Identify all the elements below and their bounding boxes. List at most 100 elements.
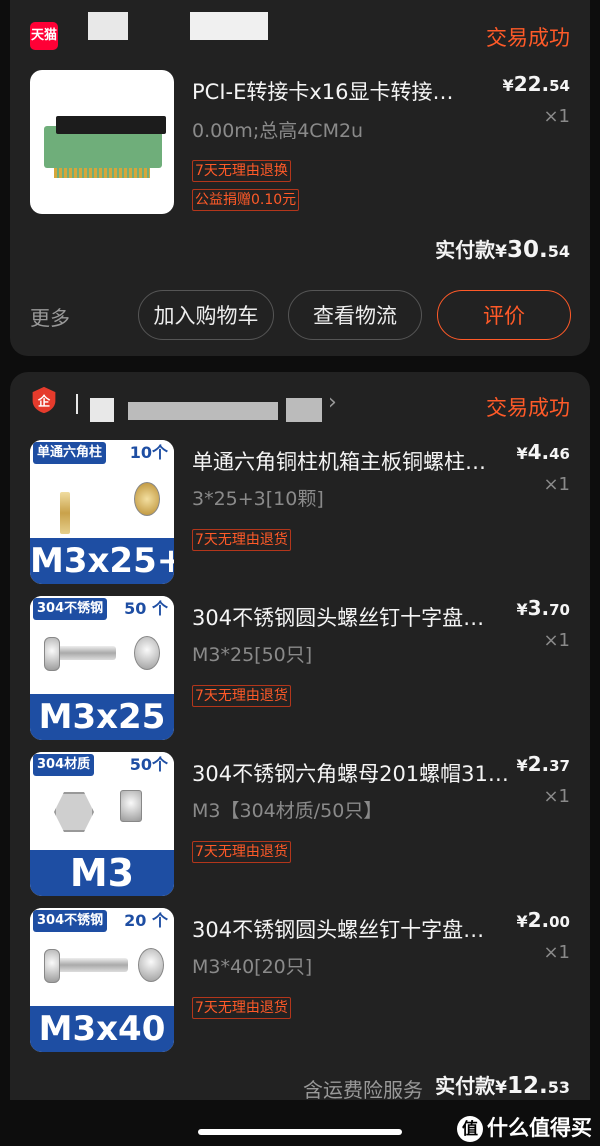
gold-fingers-image — [54, 168, 150, 178]
price-dec: 54 — [549, 77, 570, 95]
screw-head-image — [44, 949, 60, 983]
thumb-heading: 304不锈钢 — [33, 910, 108, 932]
product-title[interactable]: 304不锈钢圆头螺丝钉十字盘… — [192, 602, 492, 632]
price-int: 2. — [527, 908, 550, 932]
item-quantity: ×1 — [543, 786, 570, 807]
thumb-size-label: M3x25+3 — [30, 538, 174, 584]
price-dec: 37 — [549, 757, 570, 775]
charity-tag: 公益捐赠0.10元 — [192, 189, 300, 211]
price-dec: 00 — [549, 913, 570, 931]
smzdm-logo-icon: 值 — [457, 1116, 483, 1142]
return-policy-tag: 7天无理由退货 — [192, 529, 291, 551]
shop-name-redacted[interactable] — [90, 398, 114, 422]
item-price: ¥4.46 — [516, 440, 570, 464]
shop-name-redacted[interactable] — [76, 394, 78, 414]
screw-image — [56, 958, 128, 972]
product-title[interactable]: PCI-E转接卡x16显卡转接… — [192, 76, 492, 106]
thumb-heading: 304不锈钢 — [33, 598, 108, 620]
paid-currency: ¥ — [495, 1078, 507, 1098]
thumb-size-label: M3x25 — [30, 694, 174, 740]
thumb-size-label: M3x40 — [30, 1006, 174, 1052]
thumb-count: 20 个 — [124, 911, 168, 930]
chevron-right-icon[interactable]: › — [328, 390, 337, 415]
order-card: 天猫 交易成功 PCI-E转接卡x16显卡转接… 0.00m;总高4CM2u 7… — [10, 0, 590, 356]
product-title[interactable]: 304不锈钢圆头螺丝钉十字盘… — [192, 914, 492, 944]
price-int: 2. — [527, 752, 550, 776]
paid-dec: 53 — [547, 1078, 570, 1097]
price-int: 3. — [527, 596, 550, 620]
paid-dec: 54 — [547, 242, 570, 261]
item-price: ¥3.70 — [516, 596, 570, 620]
paid-int: 30. — [506, 237, 548, 263]
paid-label: 实付款 — [435, 238, 496, 262]
screw-top-image — [138, 948, 164, 982]
shop-name-redacted[interactable] — [128, 402, 278, 420]
item-quantity: ×1 — [543, 630, 570, 651]
shop-name-redacted[interactable] — [190, 12, 268, 40]
product-thumbnail[interactable]: 单通六角柱 10个 M3x25+3 — [30, 440, 174, 584]
product-thumbnail[interactable]: 304不锈钢 50 个 M3x25 — [30, 596, 174, 740]
order-status: 交易成功 — [486, 396, 570, 420]
item-price: ¥2.00 — [516, 908, 570, 932]
price-currency: ¥ — [516, 912, 528, 931]
paid-currency: ¥ — [495, 242, 507, 262]
thumb-heading: 单通六角柱 — [33, 442, 107, 464]
home-indicator[interactable] — [198, 1129, 402, 1135]
watermark: 值什么值得买 — [457, 1112, 592, 1142]
hex-nut-side-image — [120, 790, 142, 822]
price-dec: 46 — [549, 445, 570, 463]
return-policy-tag: 7天无理由退货 — [192, 685, 291, 707]
screw-head-image — [44, 637, 60, 671]
thumb-heading: 304材质 — [33, 754, 95, 776]
standoff-top-image — [134, 482, 160, 516]
product-sku: 3*25+3[10颗] — [192, 488, 324, 510]
more-button[interactable]: 更多 — [30, 302, 70, 331]
price-currency: ¥ — [502, 76, 514, 95]
enterprise-logo-text: 企 — [37, 393, 51, 408]
add-to-cart-button[interactable]: 加入购物车 — [138, 290, 274, 340]
paid-int: 12. — [506, 1073, 548, 1099]
product-thumbnail[interactable]: 304材质 50个 M3 — [30, 752, 174, 896]
thumb-count: 10个 — [129, 443, 168, 462]
item-quantity: ×1 — [543, 474, 570, 495]
price-dec: 70 — [549, 601, 570, 619]
amount-paid: 实付款¥30.54 — [435, 234, 570, 263]
product-thumbnail[interactable]: 304不锈钢 20 个 M3x40 — [30, 908, 174, 1052]
return-policy-tag: 7天无理由退换 — [192, 160, 291, 182]
standoff-image — [60, 492, 70, 534]
hex-nut-image — [54, 792, 94, 832]
return-policy-tag: 7天无理由退货 — [192, 997, 291, 1019]
item-price: ¥22.54 — [503, 72, 570, 96]
price-currency: ¥ — [516, 756, 528, 775]
product-sku: M3【304材质/50只】 — [192, 800, 383, 822]
watermark-text: 什么值得买 — [487, 1116, 592, 1140]
paid-label: 实付款 — [435, 1074, 496, 1098]
product-sku: M3*25[50只] — [192, 644, 313, 666]
product-title[interactable]: 304不锈钢六角螺母201螺帽31… — [192, 758, 522, 788]
item-quantity: ×1 — [543, 942, 570, 963]
product-sku: 0.00m;总高4CM2u — [192, 120, 364, 142]
product-title[interactable]: 单通六角铜柱机箱主板铜螺柱… — [192, 446, 492, 476]
price-currency: ¥ — [516, 444, 528, 463]
order-card: 企 › 交易成功 单通六角柱 10个 M3x25+3 单通六角铜柱机箱主板铜螺柱…… — [10, 372, 590, 1102]
tmall-logo-icon[interactable]: 天猫 — [30, 22, 58, 50]
price-currency: ¥ — [516, 600, 528, 619]
order-status: 交易成功 — [486, 26, 570, 50]
shop-name-redacted[interactable] — [88, 12, 128, 40]
view-logistics-button[interactable]: 查看物流 — [288, 290, 422, 340]
amount-paid: 实付款¥12.53 — [435, 1070, 570, 1099]
shipping-insurance-label: 含运费险服务 — [303, 1078, 423, 1102]
price-int: 22. — [513, 72, 550, 96]
review-button[interactable]: 评价 — [437, 290, 571, 340]
shop-name-redacted[interactable] — [286, 398, 322, 422]
thumb-count: 50个 — [129, 755, 168, 774]
thumb-size-label: M3 — [30, 850, 174, 896]
product-thumbnail[interactable] — [30, 70, 174, 214]
screw-image — [56, 646, 116, 660]
screw-top-image — [134, 636, 160, 670]
item-quantity: ×1 — [543, 106, 570, 127]
product-sku: M3*40[20只] — [192, 956, 313, 978]
enterprise-shop-icon[interactable]: 企 — [30, 386, 58, 414]
item-price: ¥2.37 — [516, 752, 570, 776]
thumb-count: 50 个 — [124, 599, 168, 618]
